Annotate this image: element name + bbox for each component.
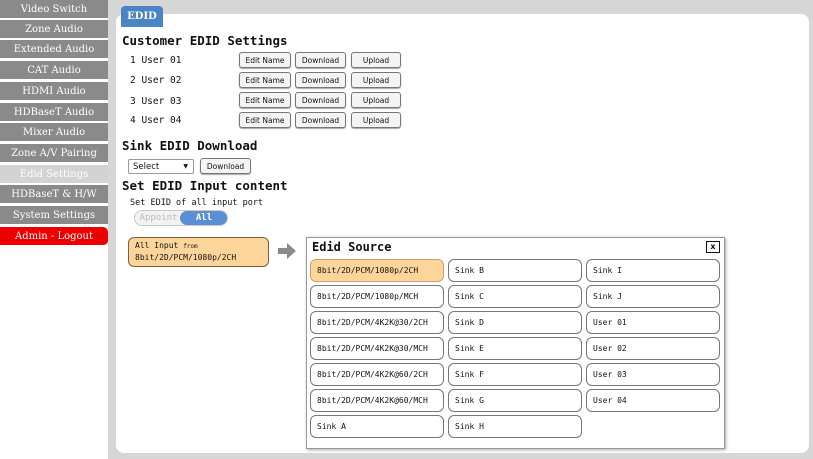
- edit-name-button[interactable]: Edit Name: [239, 92, 291, 108]
- edid-source-option[interactable]: 8bit/2D/PCM/4K2K@30/MCH: [310, 337, 444, 360]
- sink-edid-title: Sink EDID Download: [122, 138, 258, 153]
- all-input-box[interactable]: All Input from 8bit/2D/PCM/1080p/2CH: [128, 237, 269, 267]
- sidebar-item-extended-audio[interactable]: Extended Audio: [0, 40, 108, 59]
- all-input-value: 8bit/2D/PCM/1080p/2CH: [135, 253, 237, 262]
- edid-source-option[interactable]: User 01: [586, 311, 720, 334]
- sink-select-value: Select: [133, 161, 160, 172]
- edid-source-option[interactable]: Sink E: [448, 337, 582, 360]
- edit-name-button[interactable]: Edit Name: [239, 72, 291, 88]
- edid-source-option[interactable]: User 04: [586, 389, 720, 412]
- edid-source-option[interactable]: 8bit/2D/PCM/1080p/2CH: [310, 259, 444, 282]
- upload-button[interactable]: Upload: [351, 52, 401, 68]
- sidebar-item-edid-settings[interactable]: Edid Settings: [0, 165, 108, 184]
- sidebar: Video Switch Zone Audio Extended Audio C…: [0, 0, 108, 459]
- sink-select[interactable]: Select ▼: [128, 159, 194, 174]
- edid-source-option[interactable]: Sink F: [448, 363, 582, 386]
- logout-button[interactable]: Admin - Logout: [0, 227, 108, 246]
- edid-source-option[interactable]: Sink H: [448, 415, 582, 438]
- edid-source-option[interactable]: 8bit/2D/PCM/4K2K@60/2CH: [310, 363, 444, 386]
- toggle-appoint[interactable]: Appoint: [135, 211, 182, 225]
- edid-source-option[interactable]: User 03: [586, 363, 720, 386]
- all-input-prefix: All Input: [135, 241, 179, 250]
- edid-source-option[interactable]: User 02: [586, 337, 720, 360]
- input-content-subtitle: Set EDID of all input port: [130, 198, 264, 208]
- customer-edid-title: Customer EDID Settings: [122, 33, 288, 48]
- edid-source-option[interactable]: Sink B: [448, 259, 582, 282]
- sink-download-button[interactable]: Download: [200, 158, 251, 174]
- download-button[interactable]: Download: [295, 52, 346, 68]
- sidebar-item-hdbaset-audio[interactable]: HDBaseT Audio: [0, 103, 108, 122]
- edid-source-option[interactable]: 8bit/2D/PCM/4K2K@30/2CH: [310, 311, 444, 334]
- edid-source-option[interactable]: Sink C: [448, 285, 582, 308]
- upload-button[interactable]: Upload: [351, 112, 401, 128]
- edid-source-option[interactable]: 8bit/2D/PCM/4K2K@60/MCH: [310, 389, 444, 412]
- download-button[interactable]: Download: [295, 92, 346, 108]
- input-content-title: Set EDID Input content: [122, 178, 288, 193]
- user-row-label: 3 User 03: [130, 96, 182, 107]
- edit-name-button[interactable]: Edit Name: [239, 52, 291, 68]
- upload-button[interactable]: Upload: [351, 92, 401, 108]
- user-row-label: 2 User 02: [130, 75, 182, 86]
- sidebar-item-video-switch[interactable]: Video Switch: [0, 0, 108, 19]
- sidebar-item-hdbaset-hw[interactable]: HDBaseT & H/W: [0, 185, 108, 204]
- tab-edid[interactable]: EDID: [121, 6, 163, 27]
- user-row-label: 4 User 04: [130, 115, 182, 126]
- sidebar-item-zone-av-pairing[interactable]: Zone A/V Pairing: [0, 144, 108, 163]
- edit-name-button[interactable]: Edit Name: [239, 112, 291, 128]
- edid-source-title: Edid Source: [312, 240, 392, 254]
- edid-source-option[interactable]: 8bit/2D/PCM/1080p/MCH: [310, 285, 444, 308]
- all-input-from: from: [183, 243, 198, 250]
- toggle-all[interactable]: All: [180, 211, 227, 225]
- sidebar-item-hdmi-audio[interactable]: HDMI Audio: [0, 82, 108, 101]
- edid-source-option[interactable]: Sink A: [310, 415, 444, 438]
- edid-source-option[interactable]: Sink I: [586, 259, 720, 282]
- edid-source-option[interactable]: Sink J: [586, 285, 720, 308]
- appoint-all-toggle[interactable]: Appoint All: [134, 210, 228, 226]
- sidebar-item-cat-audio[interactable]: CAT Audio: [0, 61, 108, 80]
- edid-source-option[interactable]: Sink D: [448, 311, 582, 334]
- caret-down-icon: ▼: [183, 163, 188, 170]
- sidebar-item-mixer-audio[interactable]: Mixer Audio: [0, 123, 108, 142]
- download-button[interactable]: Download: [295, 112, 346, 128]
- close-icon[interactable]: x: [706, 241, 720, 253]
- arrow-right-icon: [278, 243, 296, 259]
- upload-button[interactable]: Upload: [351, 72, 401, 88]
- sidebar-item-system-settings[interactable]: System Settings: [0, 206, 108, 225]
- edid-source-option[interactable]: Sink G: [448, 389, 582, 412]
- sidebar-item-zone-audio[interactable]: Zone Audio: [0, 20, 108, 39]
- user-row-label: 1 User 01: [130, 55, 182, 66]
- download-button[interactable]: Download: [295, 72, 346, 88]
